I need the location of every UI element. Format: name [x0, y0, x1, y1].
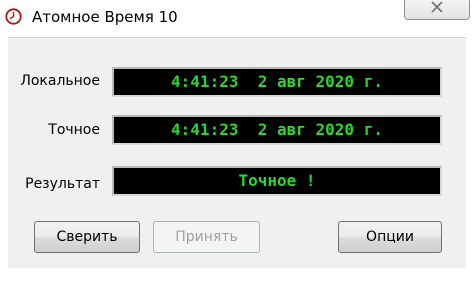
dialog-body: Локальное 4:41:23 2 авг 2020 г. Точное 4… [8, 37, 466, 268]
local-time-label: Локальное [20, 73, 100, 89]
result-label: Результат [25, 176, 100, 192]
result-display: Точное ! [112, 166, 442, 196]
sync-button[interactable]: Сверить [34, 221, 140, 253]
close-icon [431, 1, 443, 13]
close-button[interactable] [404, 0, 470, 20]
window-edge [0, 268, 474, 281]
local-time-display: 4:41:23 2 авг 2020 г. [112, 67, 442, 97]
accept-button[interactable]: Принять [153, 221, 260, 253]
options-button[interactable]: Опции [338, 221, 442, 253]
window-title: Атомное Время 10 [32, 8, 178, 26]
exact-time-display: 4:41:23 2 авг 2020 г. [112, 115, 442, 145]
window-edge [466, 37, 474, 281]
title-bar: Атомное Время 10 [0, 0, 474, 34]
exact-time-label: Точное [48, 122, 100, 138]
clock-icon [5, 8, 22, 25]
